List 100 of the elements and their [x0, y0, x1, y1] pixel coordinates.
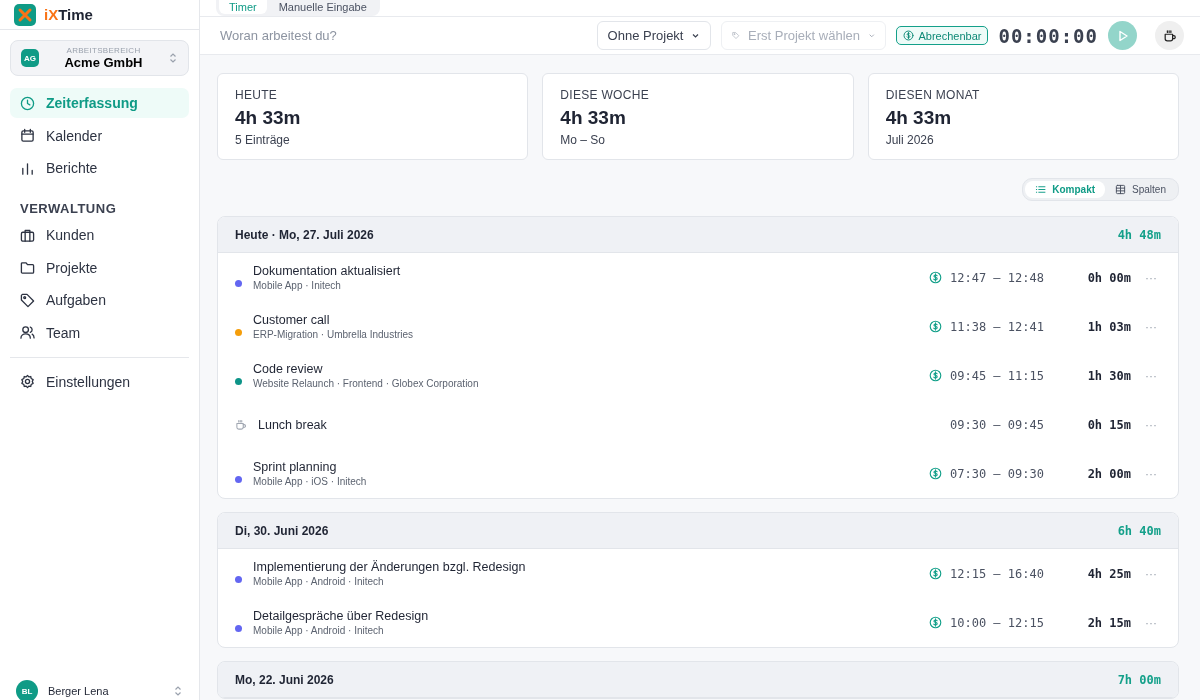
grid-icon: [1115, 184, 1127, 195]
user-avatar: BL: [16, 680, 38, 700]
entry-duration: 1h 03m: [1086, 319, 1131, 334]
stat-label: HEUTE: [235, 88, 279, 102]
entry-duration: 0h 15m: [1086, 417, 1131, 432]
dollar-icon: [929, 320, 942, 333]
time-range: 07:30 – 09:30: [950, 466, 1045, 481]
entry-title: Code review: [253, 362, 324, 376]
bar-chart-icon: [20, 160, 35, 176]
user-name: Berger Lena: [48, 685, 110, 697]
entry-title: Dokumentation aktualisiert: [253, 264, 402, 278]
task-dropdown[interactable]: Erst Projekt wählen: [721, 21, 887, 50]
more-button[interactable]: ···: [1139, 465, 1161, 482]
dollar-icon: [929, 567, 942, 580]
tag-icon: [732, 31, 740, 40]
settings-icon: [20, 374, 35, 389]
day-total: 6h 40m: [1117, 523, 1161, 538]
day-total: 4h 48m: [1117, 227, 1161, 242]
workspace-name: Acme GmbH: [63, 55, 144, 70]
entry-title: Lunch break: [258, 417, 328, 432]
nav-item[interactable]: Einstellungen: [10, 366, 189, 397]
stat-value: 4h 33m: [235, 107, 302, 129]
more-button[interactable]: ···: [1139, 269, 1161, 286]
chevron-updown-icon: [168, 52, 178, 64]
entry-title: Customer call: [253, 313, 331, 327]
more-button[interactable]: ···: [1139, 614, 1161, 631]
time-range: 12:15 – 16:40: [950, 566, 1045, 581]
stat-value: 4h 33m: [560, 107, 627, 129]
logo-icon: [14, 3, 36, 26]
time-range: 09:45 – 11:15: [950, 368, 1045, 383]
entry-details: Mobile App · Android · Initech: [253, 625, 385, 636]
section-heading: VERWALTUNG: [19, 200, 118, 218]
break-button[interactable]: [1155, 21, 1184, 50]
mode-tab[interactable]: Manuelle Eingabe: [268, 0, 377, 14]
entry-duration: 0h 00m: [1086, 270, 1131, 285]
entry-details: ERP-Migration · Umbrella Industries: [253, 329, 415, 340]
project-dropdown[interactable]: Ohne Projekt: [596, 21, 712, 50]
nav-item[interactable]: Zeiterfassung: [10, 88, 189, 118]
workspace-switcher[interactable]: AG ARBEITSBEREICH Acme GmbH: [10, 40, 189, 76]
coffee-cup-icon: [235, 418, 247, 431]
chevron-updown-icon[interactable]: [173, 685, 183, 697]
more-button[interactable]: ···: [1139, 565, 1161, 582]
workspace-label: ARBEITSBEREICH: [65, 46, 142, 55]
timer-display: 00:00:00: [998, 24, 1098, 47]
coffee-cup-icon: [1162, 28, 1177, 43]
entry-duration: 2h 00m: [1086, 466, 1131, 481]
nav-item[interactable]: Aufgaben: [10, 285, 189, 315]
day-total: 7h 00m: [1117, 672, 1161, 687]
chevron-down-icon: [691, 31, 701, 40]
nav-item[interactable]: Kunden: [10, 220, 189, 250]
nav-item[interactable]: Berichte: [10, 153, 189, 183]
nav-item[interactable]: Kalender: [10, 120, 189, 151]
dollar-icon: [929, 369, 942, 382]
entry-details: Mobile App · Initech: [253, 280, 342, 291]
dollar-icon: [929, 616, 942, 629]
billable-toggle[interactable]: Abrechenbar: [896, 26, 989, 45]
stat-value: 4h 33m: [885, 107, 953, 129]
stat-label: DIESE WOCHE: [560, 88, 650, 102]
view-option[interactable]: Kompakt: [1025, 181, 1106, 198]
view-option[interactable]: Spalten: [1105, 181, 1176, 198]
stat-caption: Juli 2026: [885, 133, 935, 147]
clock-icon: [20, 95, 35, 111]
time-range: 11:38 – 12:41: [950, 319, 1045, 334]
stat-caption: Mo – So: [560, 133, 607, 147]
entry-details: Mobile App · Android · Initech: [253, 576, 385, 587]
nav-item[interactable]: Projekte: [10, 252, 189, 283]
briefcase-icon: [20, 227, 35, 243]
day-title: Heute · Mo, 27. Juli 2026: [235, 227, 374, 242]
time-range: 10:00 – 12:15: [950, 615, 1045, 630]
folder-icon: [20, 260, 35, 275]
app-name: iXTime: [44, 6, 93, 23]
entry-duration: 1h 30m: [1086, 368, 1131, 383]
time-range: 09:30 – 09:45: [950, 417, 1045, 432]
entry-details: Mobile App · iOS · Initech: [253, 476, 368, 487]
stat-label: DIESEN MONAT: [885, 88, 981, 102]
list-icon: [1035, 184, 1047, 195]
description-field[interactable]: Woran arbeitest du?: [218, 27, 587, 44]
entry-duration: 4h 25m: [1086, 566, 1131, 581]
more-button[interactable]: ···: [1139, 318, 1161, 335]
stat-caption: 5 Einträge: [235, 133, 291, 147]
nav-item[interactable]: Team: [10, 317, 189, 348]
day-title: Di, 30. Juni 2026: [235, 523, 329, 538]
dollar-icon: [929, 271, 942, 284]
play-button[interactable]: [1108, 21, 1137, 50]
dollar-icon: [903, 30, 915, 41]
users-icon: [20, 325, 35, 340]
calendar-icon: [20, 128, 35, 143]
entry-title: Implementierung der Änderungen bzgl. Redesign: [253, 560, 527, 574]
chevron-down-icon: [868, 31, 876, 40]
workspace-avatar: AG: [21, 49, 39, 67]
mode-tab[interactable]: Timer: [219, 0, 267, 14]
tag-icon: [20, 292, 35, 308]
more-button[interactable]: ···: [1139, 416, 1161, 433]
day-title: Mo, 22. Juni 2026: [235, 672, 334, 687]
entry-details: Website Relaunch · Frontend · Globex Corporation: [253, 378, 480, 389]
dollar-icon: [929, 467, 942, 480]
entry-duration: 2h 15m: [1086, 615, 1131, 630]
time-range: 12:47 – 12:48: [950, 270, 1045, 285]
more-button[interactable]: ···: [1139, 367, 1161, 384]
entry-title: Detailgespräche über Redesign: [253, 609, 430, 623]
